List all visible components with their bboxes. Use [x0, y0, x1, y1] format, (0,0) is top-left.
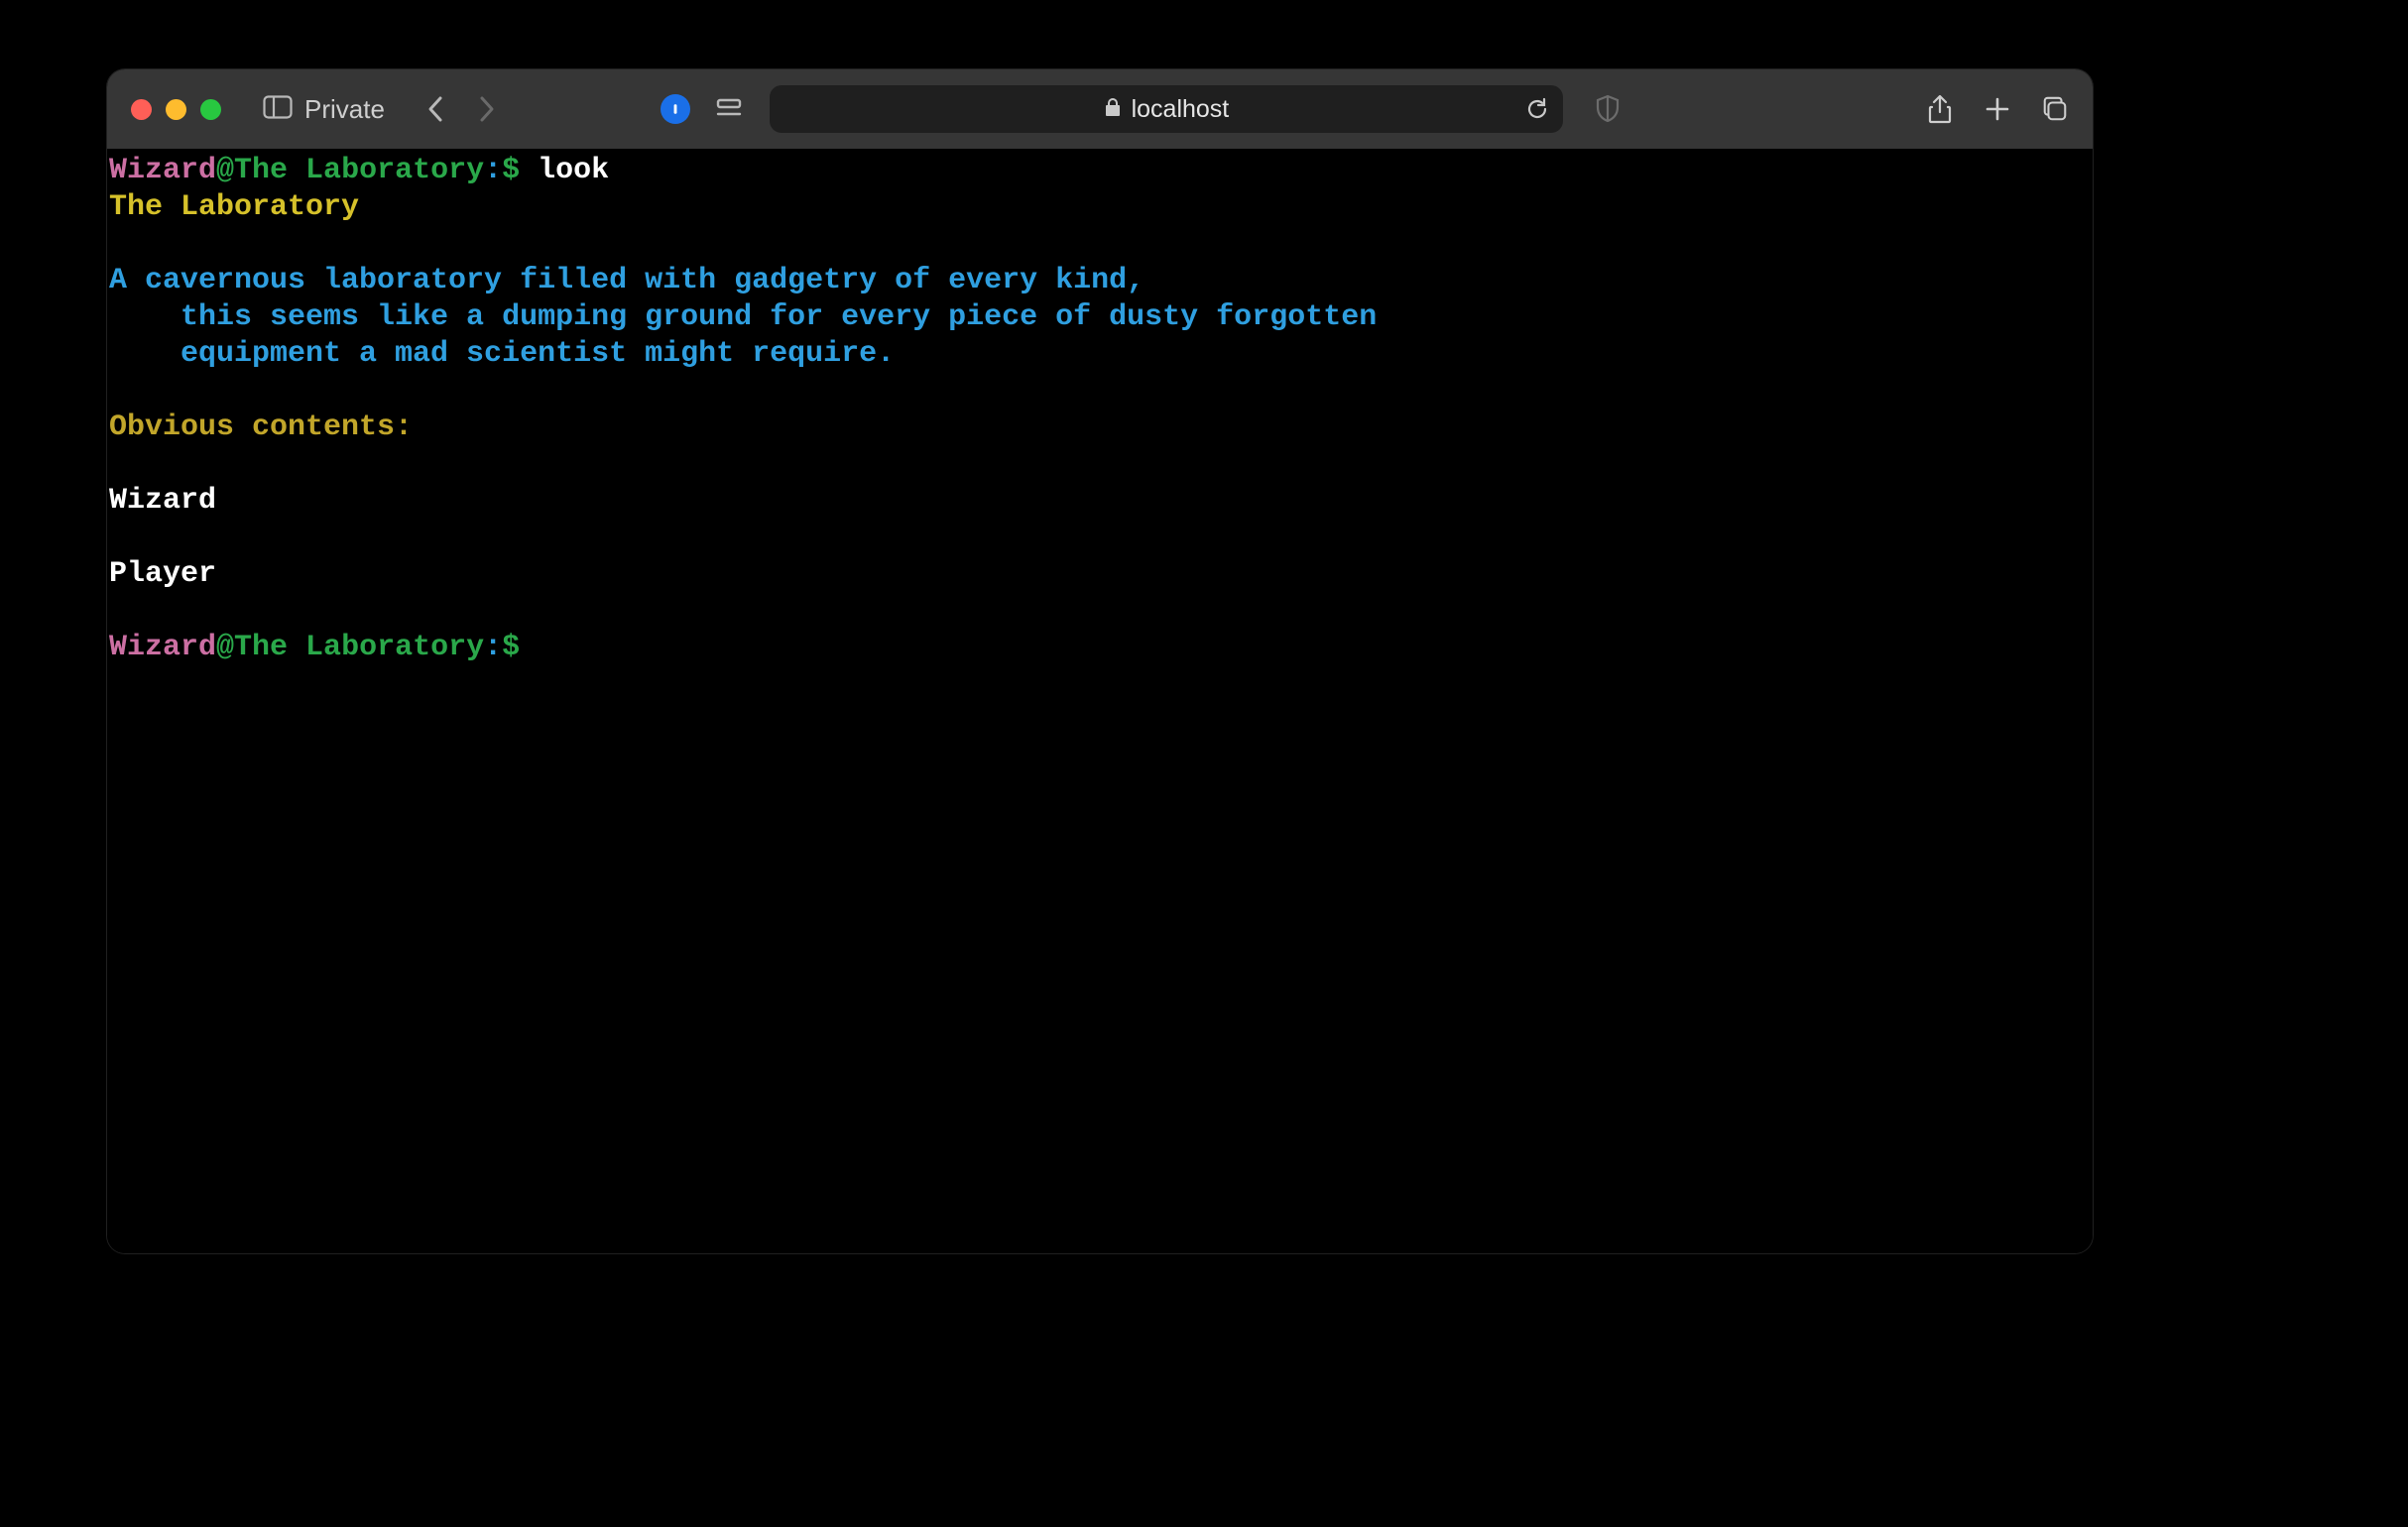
contents-item: Player [109, 557, 216, 591]
blank-line [109, 447, 127, 481]
prompt-dollar: $ [502, 154, 520, 187]
blank-line [109, 374, 127, 408]
website-settings-icon[interactable] [714, 98, 744, 120]
prompt-user: Wizard [109, 154, 216, 187]
page-content: Wizard@The Laboratory:$ look The Laborat… [107, 149, 2093, 1253]
nav-arrows [417, 89, 506, 129]
back-button[interactable] [417, 89, 456, 129]
private-mode-label: Private [304, 94, 385, 125]
terminal-output[interactable]: Wizard@The Laboratory:$ look The Laborat… [107, 153, 2093, 666]
lock-icon [1104, 95, 1122, 124]
fullscreen-window-button[interactable] [200, 99, 221, 120]
privacy-report-icon[interactable] [1595, 94, 1621, 124]
prompt-at: @ [216, 154, 234, 187]
minimize-window-button[interactable] [166, 99, 186, 120]
prompt-location: The Laboratory [234, 154, 484, 187]
prompt-colon: : [484, 154, 502, 187]
one-password-icon[interactable] [661, 94, 690, 124]
room-desc-line: equipment a mad scientist might require. [109, 337, 895, 371]
prompt-dollar: $ [502, 631, 520, 664]
blank-line [109, 227, 127, 261]
prompt-user: Wizard [109, 631, 216, 664]
room-desc-line: A cavernous laboratory filled with gadge… [109, 264, 1144, 297]
reload-button[interactable] [1525, 97, 1549, 121]
prompt-location: The Laboratory [234, 631, 484, 664]
address-text: localhost [1132, 95, 1230, 124]
obvious-contents-label: Obvious contents: [109, 411, 413, 444]
address-bar-center: localhost [1104, 95, 1230, 124]
room-desc-line: this seems like a dumping ground for eve… [109, 300, 1377, 334]
sidebar-toggle[interactable]: Private [263, 94, 385, 125]
close-window-button[interactable] [131, 99, 152, 120]
contents-item: Wizard [109, 484, 216, 518]
command-text: look [520, 154, 609, 187]
new-tab-button[interactable] [1984, 94, 2011, 124]
prompt-at: @ [216, 631, 234, 664]
prompt-colon: : [484, 631, 502, 664]
tab-overview-button[interactable] [2041, 94, 2069, 124]
blank-line [109, 594, 127, 628]
browser-window: Private localhost [107, 69, 2093, 1253]
browser-toolbar: Private localhost [107, 69, 2093, 149]
room-title: The Laboratory [109, 190, 359, 224]
toolbar-right [1926, 94, 2069, 124]
share-button[interactable] [1926, 94, 1954, 124]
window-controls [131, 99, 221, 120]
forward-button[interactable] [466, 89, 506, 129]
sidebar-icon [263, 95, 293, 124]
blank-line [109, 521, 127, 554]
address-bar[interactable]: localhost [770, 85, 1563, 133]
